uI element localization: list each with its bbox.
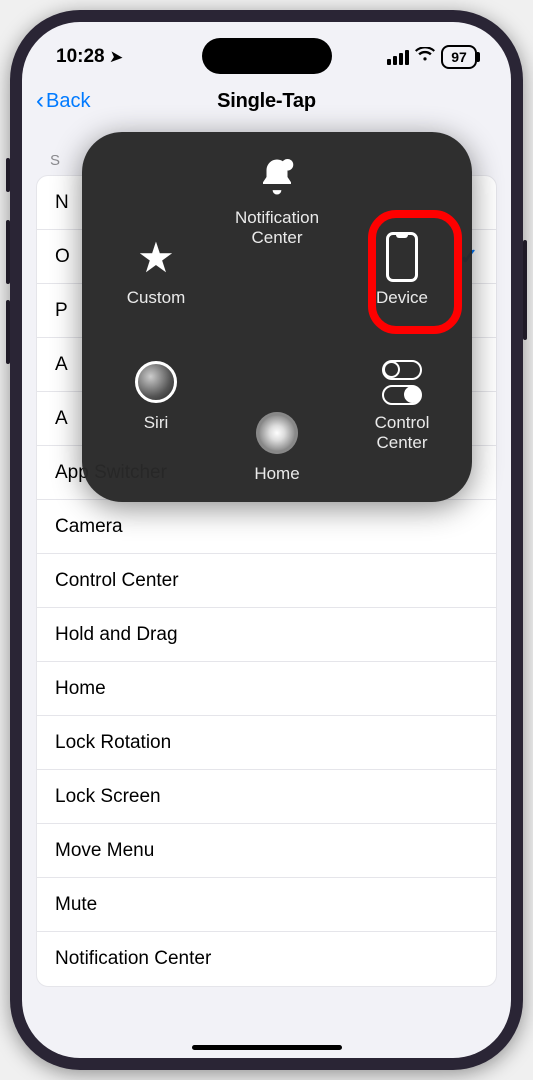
control-center-icon — [342, 357, 462, 407]
status-time: 10:28 — [56, 46, 105, 68]
at-label: Notification Center — [217, 208, 337, 247]
at-label: Control Center — [342, 413, 462, 452]
wifi-icon — [415, 47, 435, 67]
siri-icon — [96, 357, 216, 407]
phone-side-button — [6, 300, 10, 364]
cellular-signal-icon — [387, 50, 409, 65]
at-item-siri[interactable]: Siri — [96, 357, 216, 433]
back-label: Back — [46, 90, 90, 113]
page-title: Single-Tap — [217, 90, 316, 113]
phone-side-button — [6, 220, 10, 284]
assistivetouch-menu: Notification Center ★ Custom Device Siri… — [82, 132, 472, 502]
phone-side-button — [523, 240, 527, 340]
list-item[interactable]: Mute — [37, 878, 496, 932]
home-button-icon — [217, 408, 337, 458]
at-label: Custom — [96, 288, 216, 308]
chevron-left-icon: ‹ — [36, 87, 44, 115]
list-item[interactable]: Lock Rotation — [37, 716, 496, 770]
list-item[interactable]: Lock Screen — [37, 770, 496, 824]
list-item[interactable]: Move Menu — [37, 824, 496, 878]
list-item[interactable]: Hold and Drag — [37, 608, 496, 662]
back-button[interactable]: ‹ Back — [36, 87, 90, 115]
battery-indicator: 97 — [441, 45, 477, 69]
bell-icon — [217, 152, 337, 202]
highlight-annotation — [368, 210, 462, 334]
at-item-notification-center[interactable]: Notification Center — [217, 152, 337, 247]
location-icon: ➤ — [109, 47, 123, 66]
dynamic-island — [202, 38, 332, 74]
list-item[interactable]: Home — [37, 662, 496, 716]
nav-header: ‹ Back Single-Tap — [22, 78, 511, 124]
star-icon: ★ — [96, 232, 216, 282]
at-item-custom[interactable]: ★ Custom — [96, 232, 216, 308]
list-item[interactable]: Camera — [37, 500, 496, 554]
at-label: Siri — [96, 413, 216, 433]
list-item[interactable]: Control Center — [37, 554, 496, 608]
at-item-home[interactable]: Home — [217, 408, 337, 484]
home-indicator[interactable] — [192, 1045, 342, 1050]
phone-frame: 10:28 ➤ 97 ‹ Back Single-Tap S N O✓ — [10, 10, 523, 1070]
at-label: Home — [217, 464, 337, 484]
list-item[interactable]: Notification Center — [37, 932, 496, 986]
phone-side-button — [6, 158, 10, 192]
at-item-control-center[interactable]: Control Center — [342, 357, 462, 452]
screen: 10:28 ➤ 97 ‹ Back Single-Tap S N O✓ — [22, 22, 511, 1058]
